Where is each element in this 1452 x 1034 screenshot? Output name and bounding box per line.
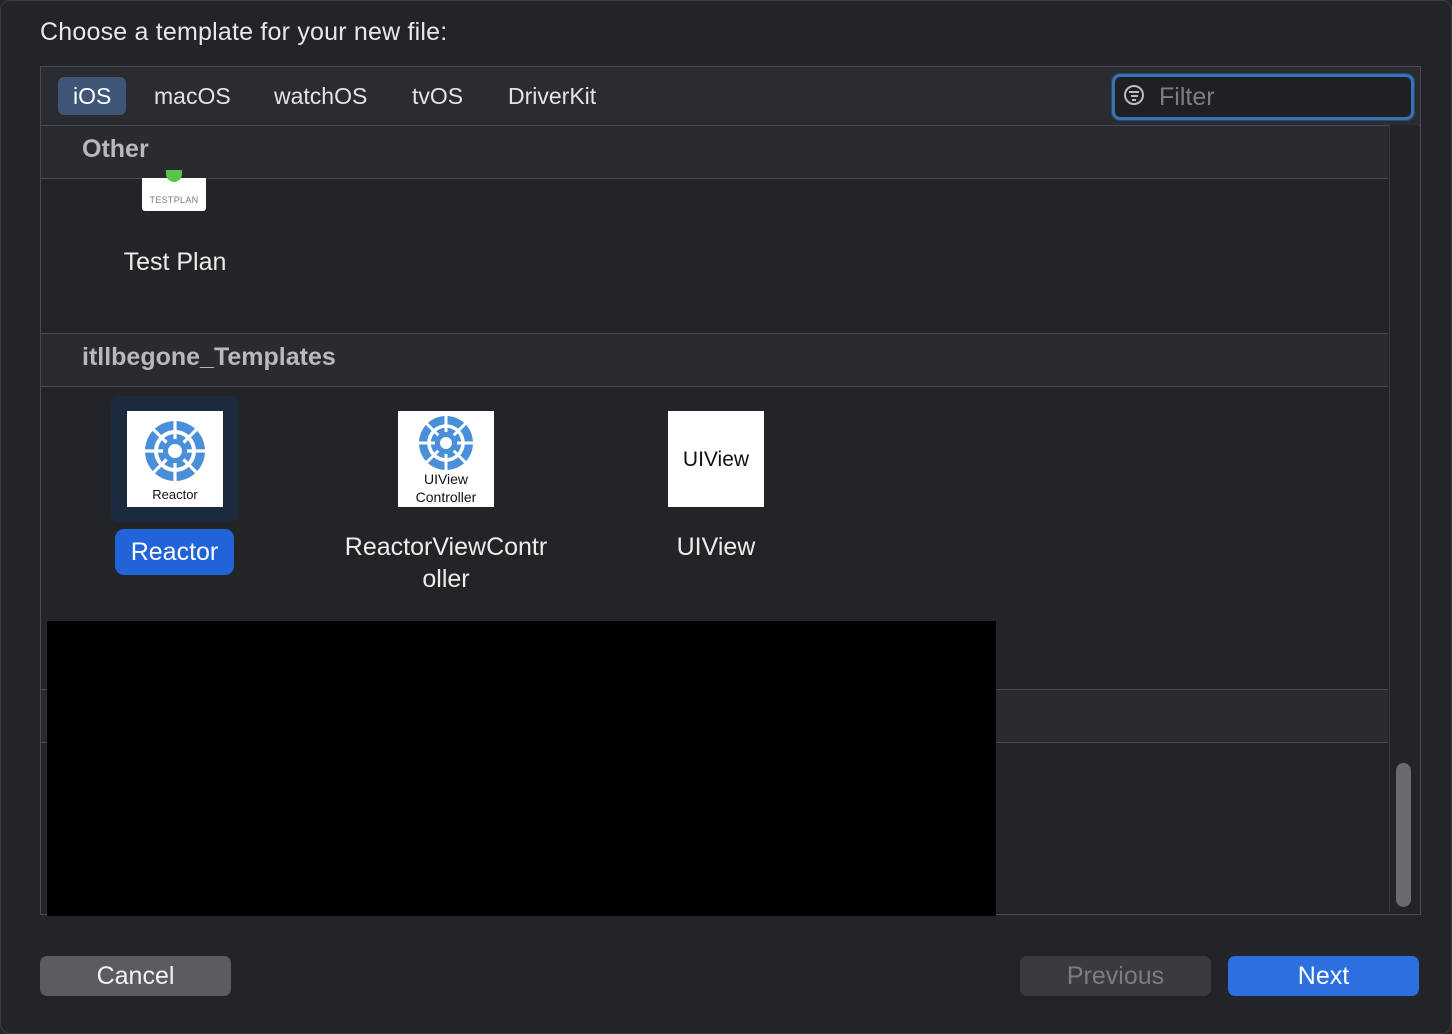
template-test-plan[interactable]: TESTPLAN Test Plan — [101, 170, 249, 348]
filter-placeholder: Filter — [1159, 83, 1215, 111]
uiview-icon-text: UIView — [682, 448, 750, 471]
previous-button[interactable]: Previous — [1020, 956, 1211, 996]
redacted-area — [47, 621, 996, 916]
testplan-icon: TESTPLAN — [142, 170, 206, 211]
template-reactor[interactable]: Reactor Reactor — [111, 396, 239, 586]
template-reactor-view-controller[interactable]: UIView Controller ReactorViewContr oller — [321, 396, 571, 606]
template-uiview[interactable]: UIView UIView — [621, 396, 811, 586]
tab-macos[interactable]: macOS — [139, 77, 246, 115]
reactor-view-controller-icon: UIView Controller — [398, 411, 494, 507]
scrollbar-thumb[interactable] — [1396, 763, 1411, 907]
section-header-itllbegone-templates: itllbegone_Templates — [41, 333, 1388, 387]
platform-tab-bar: iOS macOS watchOS tvOS DriverKit Filter — [41, 67, 1420, 126]
filter-field[interactable]: Filter — [1112, 74, 1414, 120]
reactor-icon-text: Reactor — [152, 487, 198, 502]
next-button[interactable]: Next — [1228, 956, 1419, 996]
section-title-itllbegone-templates: itllbegone_Templates — [82, 343, 336, 371]
reactor-icon: Reactor — [127, 411, 223, 507]
template-label-reactor-view-controller-line2: oller — [422, 565, 470, 593]
section-title-other: Other — [82, 135, 149, 163]
template-label-uiview: UIView — [676, 533, 756, 561]
template-label-reactor-view-controller-line1: ReactorViewContr — [344, 533, 548, 561]
testplan-icon-text: TESTPLAN — [149, 195, 199, 205]
tab-watchos[interactable]: watchOS — [259, 77, 382, 115]
filter-icon — [1124, 85, 1144, 105]
cancel-button[interactable]: Cancel — [40, 956, 231, 996]
template-label-test-plan: Test Plan — [123, 248, 227, 276]
rvc-icon-text-line2: Controller — [415, 489, 477, 505]
tab-driverkit[interactable]: DriverKit — [493, 77, 611, 115]
uiview-icon: UIView — [668, 411, 764, 507]
tab-tvos[interactable]: tvOS — [397, 77, 478, 115]
tab-ios[interactable]: iOS — [58, 77, 127, 115]
section-header-other: Other — [41, 126, 1388, 179]
rvc-icon-text-line1: UIView — [423, 471, 469, 487]
template-label-reactor: Reactor — [115, 529, 234, 575]
dialog-title: Choose a template for your new file: — [40, 18, 448, 46]
